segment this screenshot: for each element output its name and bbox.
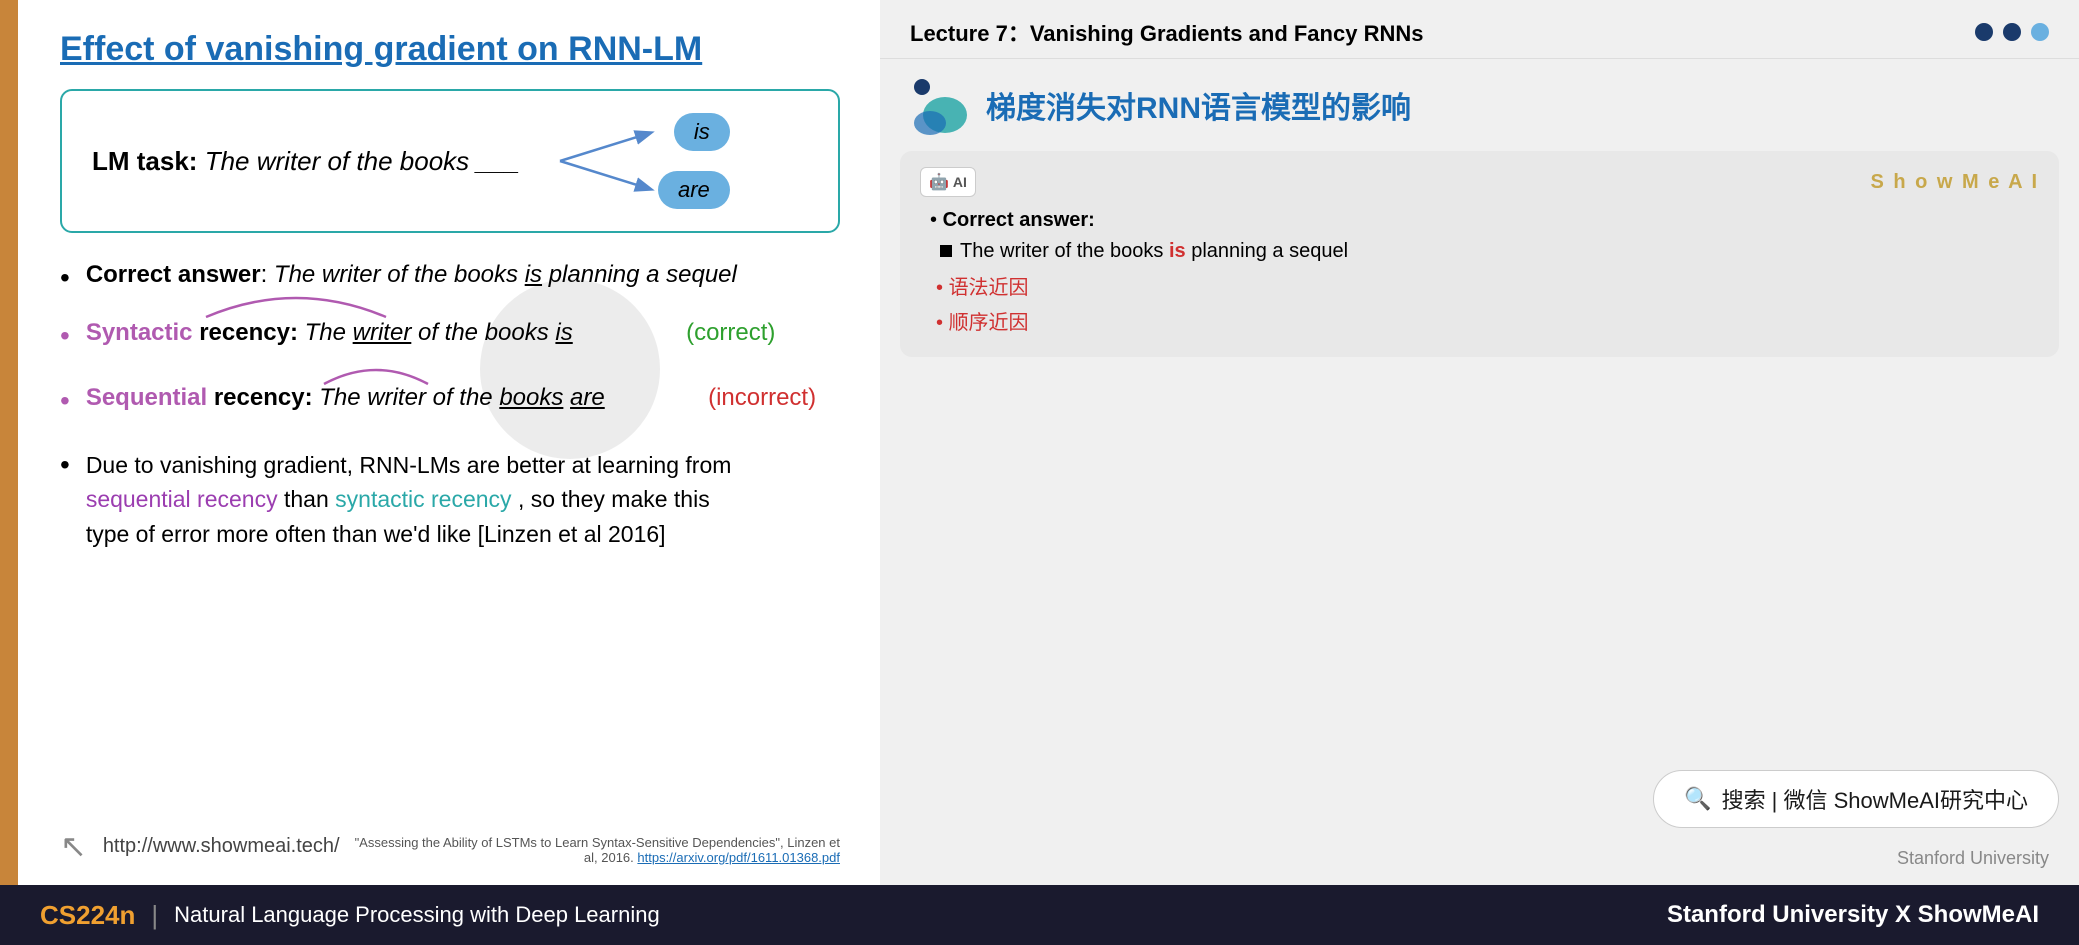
- gray-circle: [480, 279, 660, 459]
- bullet-syntactic: • Syntactic recency: The writer of the b…: [60, 319, 840, 353]
- syntactic-label: Syntactic: [86, 319, 193, 346]
- stanford-logo-area: Stanford University: [880, 838, 2079, 885]
- sequential-text: The writer of the books are: [319, 384, 604, 411]
- recency-label2: recency:: [199, 319, 298, 346]
- red-bullet-1: • 语法近因: [936, 271, 2039, 300]
- correct-badge: (correct): [686, 319, 775, 346]
- is-bubble: is: [674, 113, 730, 151]
- lm-task-text: The writer of the books ___: [205, 146, 520, 176]
- recency-label3: recency:: [214, 384, 313, 411]
- footer-separator: |: [151, 900, 158, 931]
- lm-task-box: LM task: The writer of the books ___ is …: [60, 89, 840, 233]
- footer: CS224n | Natural Language Processing wit…: [0, 885, 2079, 945]
- card-correct-label: Correct answer:: [943, 209, 1095, 231]
- bullet-correct-answer: • Correct answer: The writer of the book…: [60, 261, 840, 295]
- sequential-arc-svg: [316, 360, 436, 388]
- chinese-section-icon: [910, 75, 970, 135]
- search-bar[interactable]: 🔍 搜索 | 微信 ShowMeAI研究中心: [1653, 770, 2059, 828]
- sequential-recency-text: sequential recency: [86, 486, 278, 512]
- ai-card: 🤖 AI S h o w M e A I • Correct answer: T…: [900, 151, 2059, 357]
- lm-task-content: LM task: The writer of the books ___: [92, 146, 520, 177]
- slide-title: Effect of vanishing gradient on RNN-LM: [60, 30, 840, 69]
- lecture-title: Lecture 7：Vanishing Gradients and Fancy …: [910, 16, 1423, 48]
- slide-url: http://www.showmeai.tech/: [103, 835, 340, 858]
- bullet-vanishing: • Due to vanishing gradient, RNN-LMs are…: [60, 448, 840, 560]
- card-is: is: [1169, 240, 1186, 262]
- citation-area: "Assessing the Ability of LSTMs to Learn…: [340, 835, 840, 865]
- dot-2: [2003, 23, 2021, 41]
- slide-panel: Effect of vanishing gradient on RNN-LM L…: [0, 0, 880, 885]
- dot-3: [2031, 23, 2049, 41]
- footer-subtitle: Natural Language Processing with Deep Le…: [174, 902, 660, 928]
- than-text: than: [284, 486, 335, 512]
- vanishing-line1: Due to vanishing gradient, RNN-LMs are b…: [86, 452, 732, 478]
- showmeai-label: S h o w M e A I: [1870, 171, 2039, 194]
- stanford-university-text: Stanford University: [1897, 848, 2049, 869]
- lm-task-label: LM task:: [92, 146, 197, 176]
- card-correct-bullet: • Correct answer:: [930, 209, 2039, 232]
- right-spacer: [880, 367, 2079, 760]
- so-they-text: , so they make this: [518, 486, 710, 512]
- ai-logo-box: 🤖 AI: [920, 167, 976, 197]
- ai-card-header: 🤖 AI S h o w M e A I: [920, 167, 2039, 197]
- search-icon: 🔍: [1684, 786, 1711, 812]
- footer-left: CS224n | Natural Language Processing wit…: [40, 900, 660, 931]
- word-bubbles: is are: [550, 111, 730, 211]
- cursor-icon: ↖: [60, 827, 87, 865]
- dot-1: [1975, 23, 1993, 41]
- sequential-label: Sequential: [86, 384, 207, 411]
- red-text-2: 顺序近因: [949, 312, 1029, 334]
- lecture-header: Lecture 7：Vanishing Gradients and Fancy …: [880, 0, 2079, 59]
- chinese-title: 梯度消失对RNN语言模型的影响: [986, 83, 1411, 127]
- footer-course: CS224n: [40, 900, 135, 931]
- search-text: 搜索 | 微信 ShowMeAI研究中心: [1722, 783, 2028, 815]
- red-text-1: 语法近因: [949, 277, 1029, 299]
- citation-link[interactable]: https://arxiv.org/pdf/1611.01368.pdf: [637, 850, 840, 865]
- black-square-icon: [940, 245, 952, 257]
- card-sub-rest: planning a sequel: [1186, 240, 1348, 262]
- right-panel: Lecture 7：Vanishing Gradients and Fancy …: [880, 0, 2079, 885]
- footer-right: Stanford University X ShowMeAI: [1667, 901, 2039, 929]
- slide-bottom-info: ↖ http://www.showmeai.tech/ "Assessing t…: [60, 817, 840, 865]
- syntactic-recency-text: syntactic recency: [335, 486, 511, 512]
- incorrect-badge: (incorrect): [708, 384, 816, 411]
- are-bubble: are: [658, 171, 730, 209]
- card-sub-pre: The writer of the books: [960, 240, 1169, 262]
- chinese-title-area: 梯度消失对RNN语言模型的影响: [880, 59, 2079, 151]
- bullet-list: • Correct answer: The writer of the book…: [60, 261, 840, 583]
- syntactic-text: The writer of the books is: [305, 319, 573, 346]
- card-sub-text: The writer of the books is planning a se…: [960, 240, 1348, 263]
- slide-left-bar: [0, 0, 18, 885]
- red-bullet-2: • 顺序近因: [936, 306, 2039, 335]
- search-bar-area: 🔍 搜索 | 微信 ShowMeAI研究中心: [900, 770, 2059, 828]
- dots-row: [1975, 23, 2049, 41]
- card-sub-bullet: The writer of the books is planning a se…: [940, 240, 2039, 263]
- syntactic-arc-svg: [196, 283, 396, 321]
- bullet-sequential: • Sequential recency: The writer of the …: [60, 384, 840, 418]
- vanishing-line3: type of error more often than we'd like …: [86, 521, 666, 547]
